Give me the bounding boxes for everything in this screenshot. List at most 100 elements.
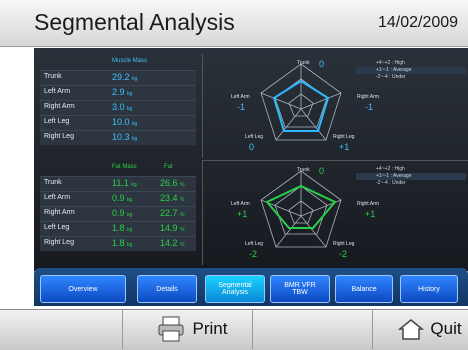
unit: % xyxy=(180,182,185,188)
fat-mass-value: 1.8 xyxy=(112,223,125,233)
print-button[interactable]: Print xyxy=(137,309,247,349)
fat-mass-header: Fat Mass xyxy=(112,164,137,170)
quit-label: Quit xyxy=(430,319,462,338)
radar-value: 0 xyxy=(319,166,325,176)
fat-mass-value: 11.1 xyxy=(112,178,129,188)
analysis-panel: Muscle Mass Trunk 29.2 kg Left Arm 2.9 k… xyxy=(34,52,468,268)
radar-label: Right Arm xyxy=(357,94,379,100)
unit: % xyxy=(180,197,185,203)
radar-value: -1 xyxy=(365,102,374,112)
unit: kg xyxy=(131,182,137,188)
radar-label: Left Arm xyxy=(231,201,250,207)
unit: kg xyxy=(132,136,138,142)
muscle-value: 10.3 xyxy=(112,132,130,142)
table-row: Trunk 11.1 kg 26.6 % xyxy=(40,176,196,191)
radar-value: -2 xyxy=(339,249,348,259)
date-label: 14/02/2009 xyxy=(378,14,459,31)
fat-mass-value: 1.8 xyxy=(112,238,125,248)
fat-mass-value: 0.9 xyxy=(112,193,125,203)
legend-high: +4~+2 : High xyxy=(376,60,405,66)
radar-label: Left Leg xyxy=(245,241,264,247)
row-label: Right Leg xyxy=(44,133,74,140)
radar-value: +1 xyxy=(365,209,376,219)
divider xyxy=(372,309,373,349)
row-label: Left Leg xyxy=(44,224,70,231)
radar-value: +1 xyxy=(237,209,248,219)
radar-value: +1 xyxy=(339,142,350,152)
row-label: Left Leg xyxy=(44,118,70,125)
row-label: Trunk xyxy=(44,73,62,80)
tab-history[interactable]: History xyxy=(400,275,458,303)
quit-button[interactable]: Quit xyxy=(392,309,468,349)
muscle-value: 10.0 xyxy=(112,117,130,127)
row-label: Left Arm xyxy=(44,194,71,201)
divider xyxy=(252,309,253,349)
unit: kg xyxy=(127,227,133,233)
table-row: Left Arm 0.9 kg 23.4 % xyxy=(40,191,196,206)
radar-label: Right Leg xyxy=(333,134,355,140)
fat-percent-value: 14.9 xyxy=(160,223,178,233)
fat-percent-value: 14.2 xyxy=(160,238,178,248)
table-row: Left Leg 10.0 kg xyxy=(40,115,196,130)
tab-details[interactable]: Details xyxy=(137,275,197,303)
muscle-value: 3.0 xyxy=(112,102,125,112)
table-row: Right Arm 0.9 kg 22.7 % xyxy=(40,206,196,221)
printer-icon xyxy=(158,316,184,342)
row-label: Right Arm xyxy=(44,209,75,216)
radar-label: Right Arm xyxy=(357,201,379,207)
unit: kg xyxy=(132,76,138,82)
unit: kg xyxy=(127,106,133,112)
legend-under: -2~-4 : Under xyxy=(376,74,406,80)
row-label: Right Arm xyxy=(44,103,75,110)
muscle-legend: +4~+2 : High +1~-1 : Average -2~-4 : Und… xyxy=(356,60,466,81)
table-row: Right Arm 3.0 kg xyxy=(40,100,196,115)
row-label: Right Leg xyxy=(44,239,74,246)
tab-overview[interactable]: Overview xyxy=(40,275,126,303)
table-row: Right Leg 1.8 kg 14.2 % xyxy=(40,236,196,251)
unit: kg xyxy=(127,197,133,203)
unit: % xyxy=(180,242,185,248)
legend-high: +4~+2 : High xyxy=(376,166,405,172)
print-label: Print xyxy=(192,319,228,338)
radar-label: Right Leg xyxy=(333,241,355,247)
table-row: Right Leg 10.3 kg xyxy=(40,130,196,145)
table-row: Trunk 29.2 kg xyxy=(40,70,196,85)
row-label: Trunk xyxy=(44,179,62,186)
radar-value: 0 xyxy=(319,59,325,69)
unit: % xyxy=(180,227,185,233)
radar-value: -1 xyxy=(237,102,246,112)
unit: kg xyxy=(127,242,133,248)
legend-under: -2~-4 : Under xyxy=(376,180,406,186)
fat-percent-header: Fat xyxy=(164,164,173,170)
fat-percent-value: 26.6 xyxy=(160,178,178,188)
radar-label: Left Leg xyxy=(245,134,264,140)
tab-bmr-vfr-tbw[interactable]: BMR VFR TBW xyxy=(270,275,330,303)
muscle-value: 2.9 xyxy=(112,87,125,97)
radar-label: Left Arm xyxy=(231,94,250,100)
radar-value: 0 xyxy=(249,142,255,152)
legend-average: +1~-1 : Average xyxy=(356,67,466,74)
page-title: Segmental Analysis xyxy=(34,9,235,35)
tab-balance[interactable]: Balance xyxy=(335,275,393,303)
legend-average: +1~-1 : Average xyxy=(356,173,466,180)
radar-value: -2 xyxy=(249,249,258,259)
fat-legend: +4~+2 : High +1~-1 : Average -2~-4 : Und… xyxy=(356,166,466,187)
radar-label: Trunk xyxy=(297,167,310,173)
title-bar: Segmental Analysis 14/02/2009 xyxy=(0,0,468,47)
table-row: Left Arm 2.9 kg xyxy=(40,85,196,100)
row-label: Left Arm xyxy=(44,88,71,95)
tab-segmental-analysis[interactable]: Segmental Analysis xyxy=(205,275,265,303)
home-icon xyxy=(398,319,425,340)
unit: % xyxy=(180,212,185,218)
unit: kg xyxy=(127,91,133,97)
fat-percent-value: 22.7 xyxy=(160,208,178,218)
unit: kg xyxy=(127,212,133,218)
fat-mass-value: 0.9 xyxy=(112,208,125,218)
fat-percent-value: 23.4 xyxy=(160,193,178,203)
table-row: Left Leg 1.8 kg 14.9 % xyxy=(40,221,196,236)
muscle-mass-header: Muscle Mass xyxy=(112,58,148,64)
unit: kg xyxy=(132,121,138,127)
muscle-value: 29.2 xyxy=(112,72,130,82)
divider xyxy=(122,309,123,349)
radar-label: Trunk xyxy=(297,60,310,66)
